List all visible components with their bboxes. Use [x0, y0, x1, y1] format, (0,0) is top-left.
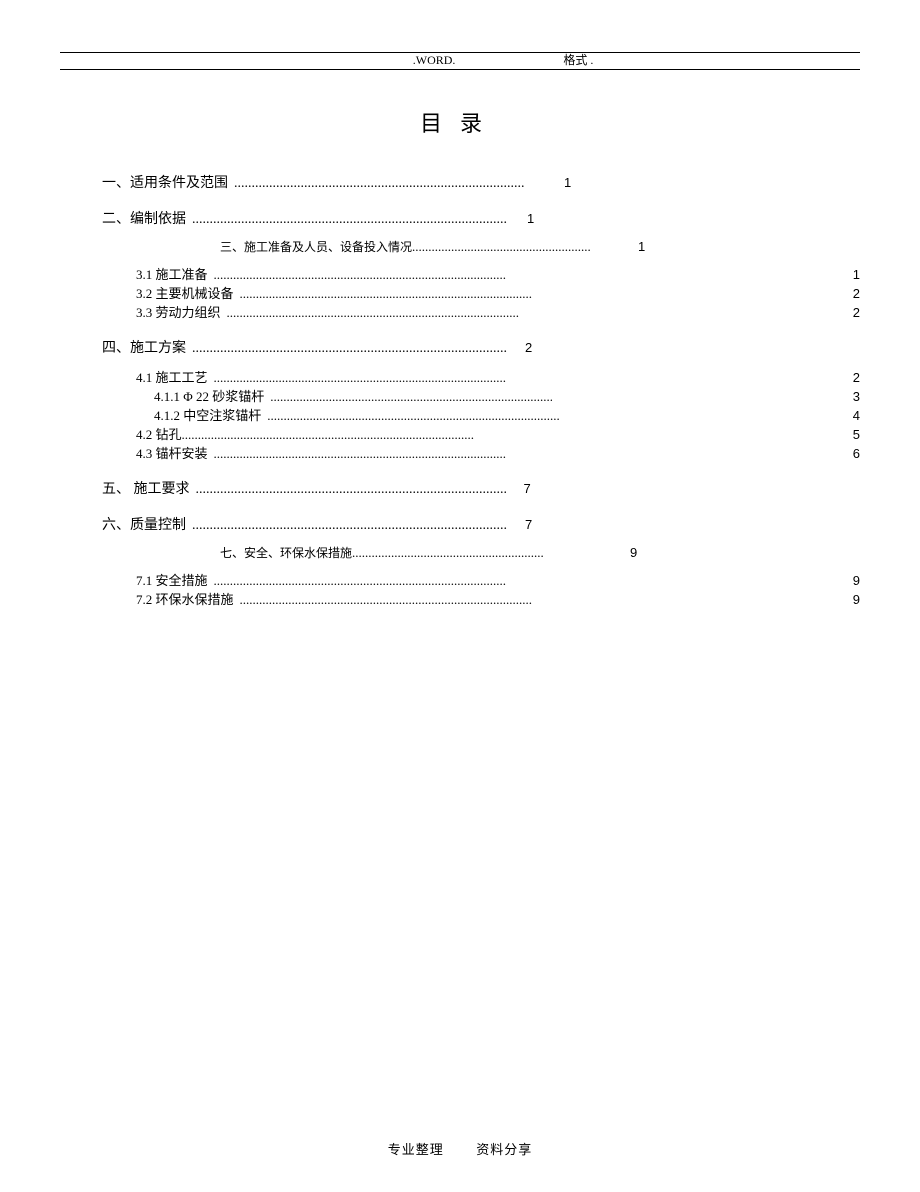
toc-label: 五、 施工要求	[60, 481, 190, 498]
toc-leader: ........................................…	[196, 481, 506, 498]
toc-row-4-3: 4.3 锚杆安装 ...............................…	[60, 445, 860, 462]
toc-label: 一、适用条件及范围	[60, 175, 228, 192]
toc-page: 5	[853, 426, 860, 443]
toc-label: 3.2 主要机械设备	[60, 285, 234, 302]
header-right: 格式 .	[545, 53, 860, 67]
table-of-contents: 一、适用条件及范围 ..............................…	[60, 174, 860, 608]
toc-row-7-1: 7.1 安全措施 ...............................…	[60, 572, 860, 589]
toc-title: 目录	[60, 106, 860, 138]
toc-row-3-3: 3.3 劳动力组织 ..............................…	[60, 304, 860, 321]
toc-leader: ........................................…	[192, 340, 507, 357]
toc-leader: ........................................…	[214, 572, 549, 589]
toc-leader: ........................................…	[267, 407, 564, 424]
toc-label: 4.1.1 Φ 22 砂浆锚杆	[60, 388, 264, 405]
toc-page: 4	[853, 407, 860, 424]
toc-row-4-1-2: 4.1.2 中空注浆锚杆 ...........................…	[60, 407, 860, 424]
toc-label: 7.2 环保水保措施	[60, 591, 234, 608]
toc-page: 6	[853, 445, 860, 462]
toc-page: 9	[630, 544, 637, 561]
toc-leader: ........................................…	[240, 591, 552, 608]
toc-label: 四、施工方案	[60, 340, 186, 357]
toc-page: 7	[524, 480, 531, 497]
toc-label: 4.1.2 中空注浆锚杆	[60, 407, 261, 424]
toc-page: 7	[525, 516, 532, 533]
toc-label: 4.3 锚杆安装	[60, 445, 208, 462]
toc-row-7: 七、安全、环保水保措施 ............................…	[60, 544, 860, 562]
toc-page: 1	[564, 174, 571, 191]
toc-row-3-2: 3.2 主要机械设备 .............................…	[60, 285, 860, 302]
toc-page: 9	[853, 591, 860, 608]
toc-row-4-1: 4.1 施工工艺 ...............................…	[60, 369, 860, 386]
toc-label: 7.1 安全措施	[60, 572, 208, 589]
toc-leader: ........................................…	[192, 211, 507, 228]
footer-right: 资料分享	[476, 1142, 532, 1157]
toc-leader: ........................................…	[227, 304, 562, 321]
toc-page: 1	[638, 238, 645, 255]
toc-row-6: 六、质量控制 .................................…	[60, 516, 860, 534]
toc-label: 三、施工准备及人员、设备投入情况	[60, 239, 412, 256]
toc-page: 1	[853, 266, 860, 283]
running-footer: 专业整理 资料分享	[0, 1139, 920, 1158]
toc-row-2: 二、编制依据 .................................…	[60, 210, 860, 228]
toc-row-4: 四、施工方案 .................................…	[60, 339, 860, 357]
toc-page: 1	[527, 210, 534, 227]
toc-row-4-1-1: 4.1.1 Φ 22 砂浆锚杆 ........................…	[60, 388, 860, 405]
toc-row-7-2: 7.2 环保水保措施 .............................…	[60, 591, 860, 608]
toc-label: 4.2 钻孔	[60, 426, 182, 443]
running-header: .WORD. 格式 .	[60, 52, 860, 70]
toc-page: 2	[525, 339, 532, 356]
toc-row-4-2: 4.2 钻孔 .................................…	[60, 426, 860, 443]
toc-page: 2	[853, 369, 860, 386]
header-left: .WORD.	[60, 53, 545, 67]
toc-row-3-1: 3.1 施工准备 ...............................…	[60, 266, 860, 283]
toc-leader: ........................................…	[214, 266, 549, 283]
toc-page: 2	[853, 304, 860, 321]
toc-page: 3	[853, 388, 860, 405]
toc-leader: ........................................…	[234, 175, 524, 192]
toc-leader: ........................................…	[192, 517, 507, 534]
toc-label: 3.3 劳动力组织	[60, 304, 221, 321]
toc-page: 9	[853, 572, 860, 589]
toc-leader: ........................................…	[214, 445, 550, 462]
toc-label: 二、编制依据	[60, 211, 186, 228]
footer-left: 专业整理	[388, 1142, 444, 1157]
toc-leader: ........................................…	[270, 388, 552, 405]
toc-row-3: 三、施工准备及人员、设备投入情况 .......................…	[60, 238, 860, 256]
toc-label: 4.1 施工工艺	[60, 369, 208, 386]
toc-label: 六、质量控制	[60, 517, 186, 534]
toc-label: 七、安全、环保水保措施	[60, 545, 352, 562]
toc-leader: ........................................…	[412, 238, 590, 255]
toc-leader: ........................................…	[182, 426, 550, 443]
toc-leader: ........................................…	[214, 369, 549, 386]
toc-row-1: 一、适用条件及范围 ..............................…	[60, 174, 860, 192]
toc-leader: ........................................…	[352, 544, 582, 561]
toc-label: 3.1 施工准备	[60, 266, 208, 283]
toc-leader: ........................................…	[240, 285, 550, 302]
toc-page: 2	[853, 285, 860, 302]
toc-row-5: 五、 施工要求 ................................…	[60, 480, 860, 498]
